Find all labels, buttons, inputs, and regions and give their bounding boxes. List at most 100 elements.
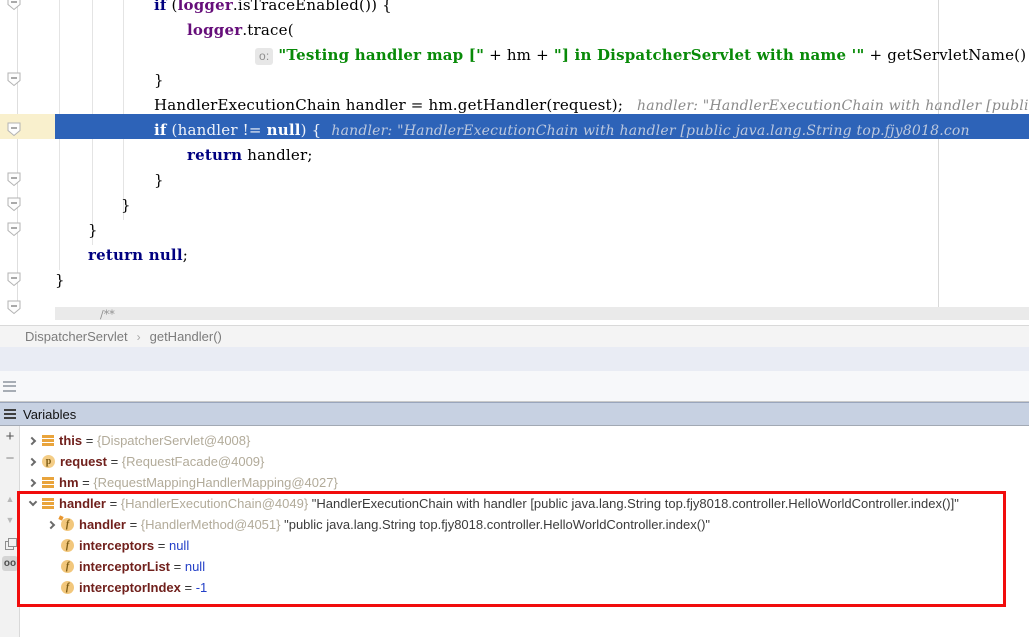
debugger-toolbar-strip [0, 371, 1029, 402]
chevron-right-icon[interactable] [44, 522, 59, 528]
move-down-button[interactable]: ▼ [0, 515, 20, 525]
fold-marker-icon[interactable] [7, 300, 21, 320]
variable-value-part: {DispatcherServlet@4008} [97, 433, 250, 448]
fold-marker-icon[interactable] [7, 222, 21, 242]
collapsed-code-region[interactable]: /** [55, 307, 1029, 320]
code-token: logger [187, 21, 242, 39]
code-line: logger.trace( [187, 18, 294, 43]
value-icon [42, 477, 54, 488]
variable-row-this[interactable]: this = {DispatcherServlet@4008} [21, 430, 1021, 451]
menu-icon[interactable] [4, 409, 16, 419]
debugger-top-strip [0, 347, 1029, 371]
variable-row-handler[interactable]: fhandler = {HandlerMethod@4051} "public … [21, 514, 1021, 535]
code-line: return handler; [187, 143, 313, 168]
variable-value-part: = [126, 517, 141, 532]
code-token: + getServletName() + [864, 46, 1029, 64]
variable-row-interceptorIndex[interactable]: f interceptorIndex = -1 [21, 577, 1021, 598]
move-up-button[interactable]: ▲ [0, 494, 20, 504]
variable-name: this [59, 433, 82, 448]
variable-row-interceptors[interactable]: finterceptors = null [21, 535, 1021, 556]
remove-watch-button[interactable]: − [0, 450, 20, 467]
code-token: } [154, 171, 164, 189]
variable-name: interceptorIndex [79, 580, 181, 595]
variable-value-part: = [181, 580, 196, 595]
code-token: ( [167, 0, 178, 14]
code-token: o: [255, 48, 273, 65]
indent-guide [123, 0, 124, 220]
breadcrumb-separator-icon: › [137, 330, 141, 344]
code-line: } [121, 193, 131, 218]
code-line: } [55, 268, 65, 293]
duplicate-icon [5, 538, 16, 549]
variables-panel-header: Variables [0, 402, 1029, 426]
variable-value-part: "HandlerExecutionChain with handler [pub… [308, 496, 959, 511]
field-icon: f [61, 539, 74, 552]
variable-row-handler[interactable]: handler = {HandlerExecutionChain@4049} "… [21, 493, 1021, 514]
code-token: handler: "HandlerExecutionChain with han… [331, 123, 969, 139]
code-line: } [88, 218, 98, 243]
show-watches-toggle[interactable]: oo [2, 556, 18, 571]
code-token: (handler != [167, 121, 267, 139]
fold-marker-icon[interactable] [7, 122, 21, 142]
value-icon [42, 498, 54, 509]
code-token: logger [178, 0, 233, 14]
variable-name: interceptors [79, 538, 154, 553]
field-icon: f [61, 518, 74, 531]
variable-row-interceptorList[interactable]: f interceptorList = null [21, 556, 1021, 577]
debugger-layout-icon[interactable] [3, 381, 16, 392]
field-icon: f [61, 560, 74, 573]
variables-tree[interactable]: this = {DispatcherServlet@4008}prequest … [21, 426, 1029, 637]
variable-value-part: = [82, 433, 97, 448]
variable-name: handler [79, 517, 126, 532]
chevron-placeholder [44, 543, 59, 549]
breadcrumb-class[interactable]: DispatcherServlet [25, 329, 128, 344]
fold-marker-icon[interactable] [7, 197, 21, 217]
code-editor[interactable]: /** if (logger.isTraceEnabled()) {logger… [0, 0, 1029, 325]
variable-value-part: "public java.lang.String top.fjy8018.con… [280, 517, 710, 532]
chevron-right-icon[interactable] [25, 438, 40, 444]
variable-value-part: null [185, 559, 205, 574]
variable-value-part: = [106, 496, 121, 511]
code-token: if [154, 121, 167, 139]
duplicate-button[interactable] [0, 536, 20, 549]
code-token: HandlerExecutionChain handler = hm.getHa… [154, 96, 623, 114]
breadcrumb-method[interactable]: getHandler() [150, 329, 222, 344]
chevron-right-icon[interactable] [25, 459, 40, 465]
code-token: + hm + [484, 46, 554, 64]
variable-name: hm [59, 475, 79, 490]
code-line: } [154, 68, 164, 93]
code-line: HandlerExecutionChain handler = hm.getHa… [154, 93, 1029, 118]
variable-value-part: {RequestFacade@4009} [122, 454, 265, 469]
chevron-right-icon[interactable] [25, 480, 40, 486]
variable-name: handler [59, 496, 106, 511]
chevron-down-icon[interactable] [25, 502, 40, 505]
code-token: return null [88, 246, 183, 264]
code-token: handler: "HandlerExecutionChain with han… [623, 98, 1029, 114]
variable-value-part: = [79, 475, 94, 490]
variable-row-request[interactable]: prequest = {RequestFacade@4009} [21, 451, 1021, 472]
parameter-icon: p [42, 455, 55, 468]
code-token: } [55, 271, 65, 289]
add-watch-button[interactable]: + [0, 428, 20, 445]
code-token: "] in DispatcherServlet with name '" [554, 46, 865, 64]
breadcrumb: DispatcherServlet › getHandler() [0, 325, 1029, 347]
fold-marker-icon[interactable] [7, 172, 21, 192]
code-token: .trace( [242, 21, 293, 39]
code-token: if [154, 0, 167, 14]
code-token: null [267, 121, 301, 139]
variable-value-part: = [170, 559, 185, 574]
code-token: handler; [242, 146, 312, 164]
fold-marker-icon[interactable] [7, 272, 21, 292]
fold-marker-icon[interactable] [7, 0, 21, 16]
fold-marker-icon[interactable] [7, 72, 21, 92]
variable-value-part: {HandlerExecutionChain@4049} [121, 496, 308, 511]
code-token: .isTraceEnabled()) { [233, 0, 392, 14]
variable-value-part: = [107, 454, 122, 469]
field-icon: f [61, 581, 74, 594]
variables-panel-title: Variables [23, 407, 76, 422]
variable-name: interceptorList [79, 559, 170, 574]
code-token: ; [183, 246, 188, 264]
variable-row-hm[interactable]: hm = {RequestMappingHandlerMapping@4027} [21, 472, 1021, 493]
code-token: ) { [301, 121, 332, 139]
variable-value-part: -1 [196, 580, 208, 595]
